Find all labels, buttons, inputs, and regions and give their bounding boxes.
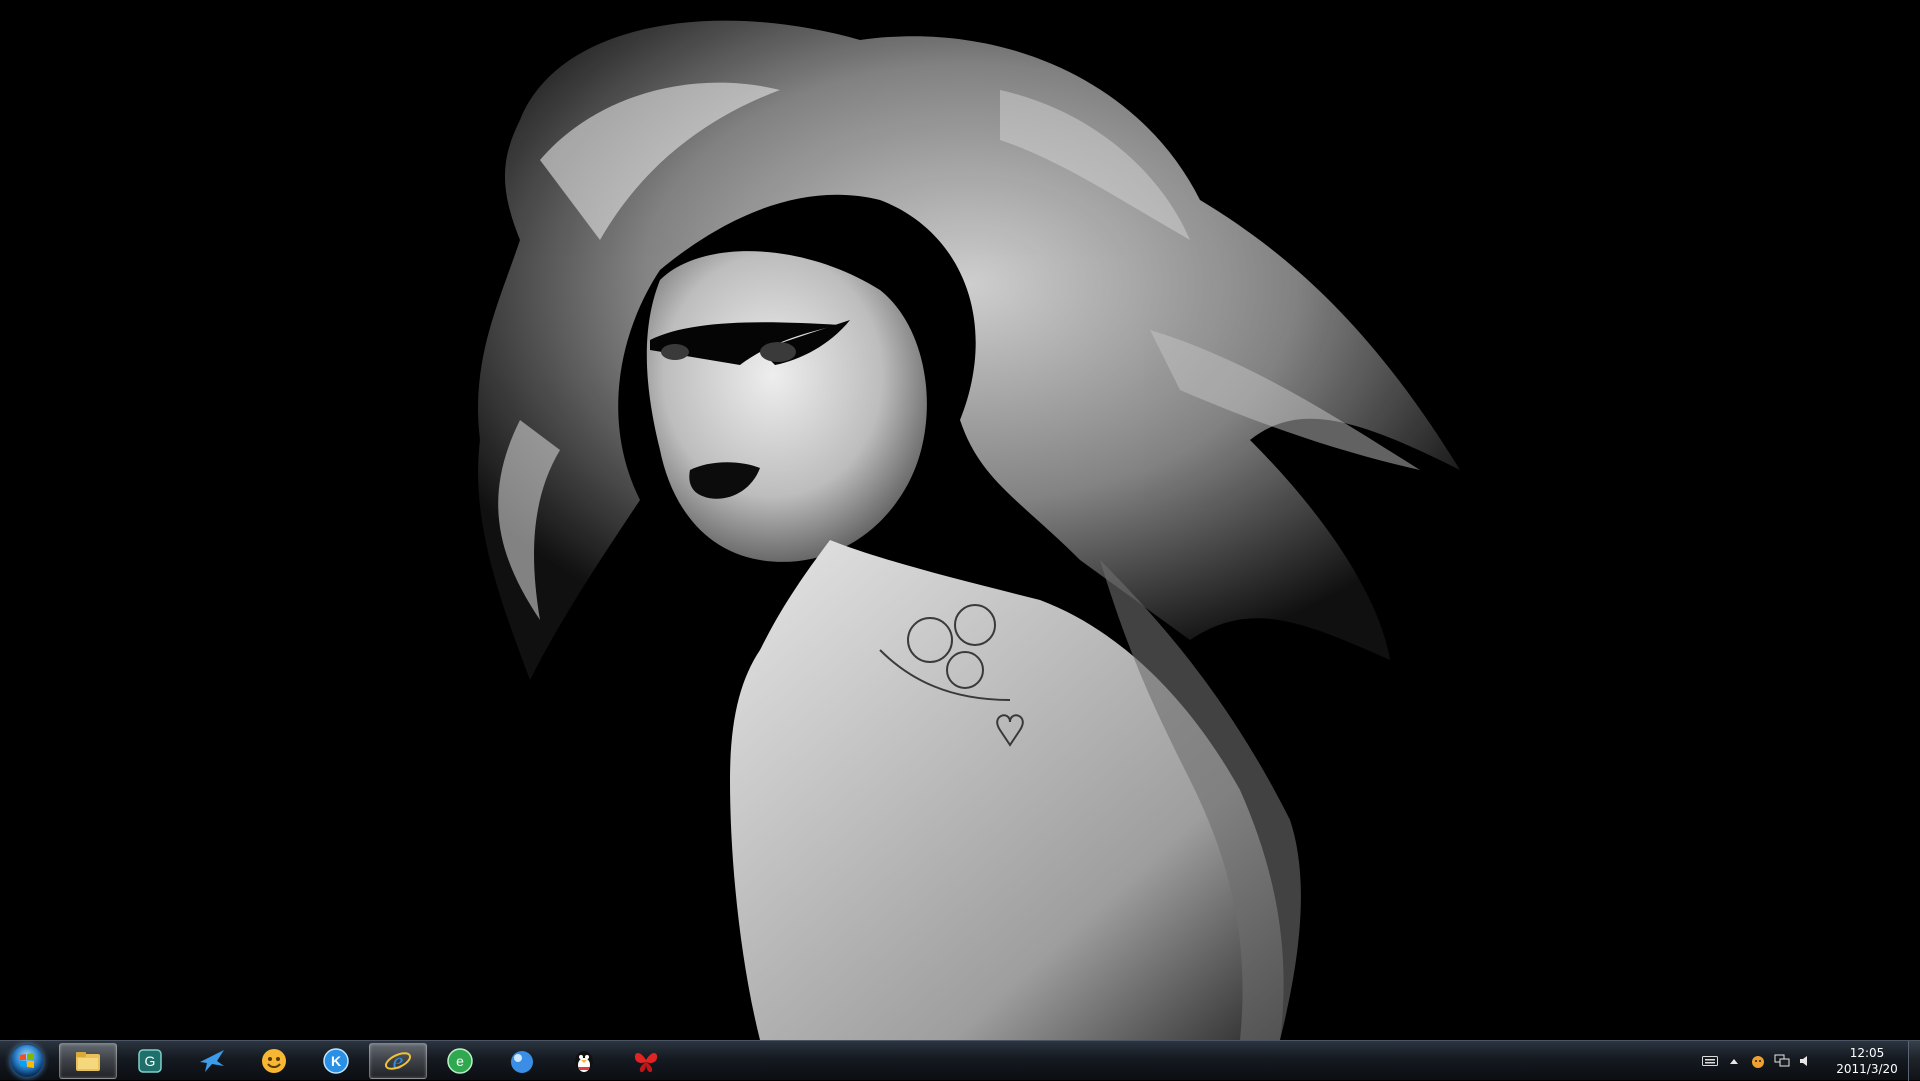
taskbar-bubble-button[interactable] (493, 1043, 551, 1079)
taskbar: G K e e 12:05 2011/3/20 (0, 1040, 1920, 1081)
network-icon[interactable] (1774, 1053, 1790, 1069)
svg-text:K: K (331, 1053, 341, 1069)
show-desktop-button[interactable] (1908, 1041, 1920, 1081)
svg-text:e: e (456, 1053, 464, 1069)
taskbar-smiley-button[interactable] (245, 1043, 303, 1079)
volume-icon[interactable] (1798, 1053, 1814, 1069)
blue-bubble-app-icon (511, 1051, 533, 1073)
taskbar-butterfly-button[interactable] (617, 1043, 675, 1079)
bird-app-icon (200, 1050, 224, 1072)
file-explorer-icon (76, 1052, 100, 1071)
taskbar-360-button[interactable]: e (431, 1043, 489, 1079)
taskbar-qq-button[interactable] (555, 1043, 613, 1079)
start-button[interactable] (5, 1043, 49, 1079)
taskbar-bird-button[interactable] (183, 1043, 241, 1079)
internet-explorer-icon: e (384, 1049, 412, 1075)
wallpaper (478, 20, 1461, 1040)
clock[interactable]: 12:05 2011/3/20 (1828, 1045, 1906, 1077)
kugou-k-icon: K (323, 1048, 349, 1074)
pet-icon[interactable] (1750, 1053, 1766, 1069)
qq-penguin-icon (575, 1051, 593, 1073)
clock-date: 2011/3/20 (1836, 1062, 1898, 1076)
system-tray: 12:05 2011/3/20 (1698, 1041, 1906, 1081)
360-browser-icon: e (447, 1048, 473, 1074)
svg-text:G: G (145, 1053, 156, 1069)
clock-time: 12:05 (1849, 1046, 1885, 1060)
windows-orb-icon (10, 1044, 44, 1078)
face-shape (646, 251, 927, 562)
red-butterfly-icon (634, 1053, 658, 1073)
taskbar-kugou-button[interactable]: K (307, 1043, 365, 1079)
taskbar-app-g-button[interactable]: G (121, 1043, 179, 1079)
hair-shape (478, 20, 1461, 681)
desktop[interactable] (0, 0, 1920, 1040)
show-hidden-icons-icon[interactable] (1726, 1053, 1742, 1069)
taskbar-explorer-button[interactable] (59, 1043, 117, 1079)
taskbar-ie-button[interactable]: e (369, 1043, 427, 1079)
smiley-app-icon (262, 1049, 286, 1073)
keyboard-icon[interactable] (1702, 1053, 1718, 1069)
app-g-icon: G (138, 1049, 162, 1073)
